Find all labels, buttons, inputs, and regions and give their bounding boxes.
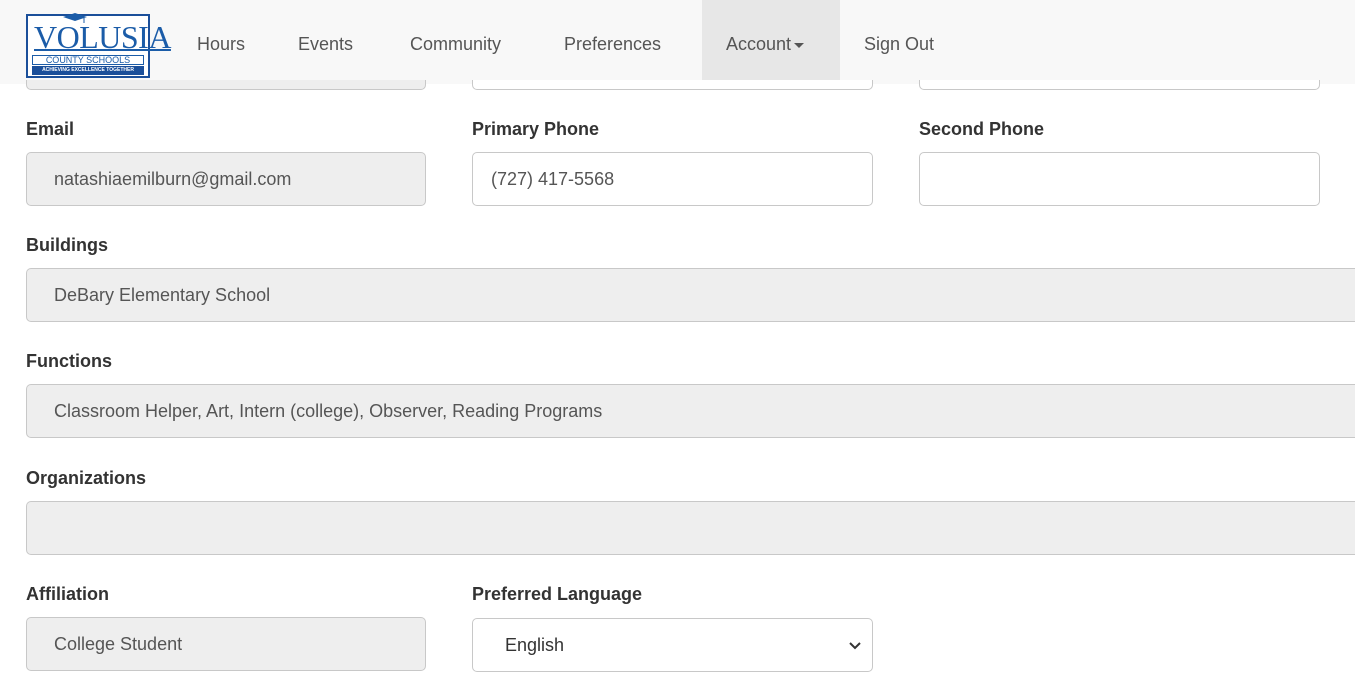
logo-tagline: ACHIEVING EXCELLENCE TOGETHER	[32, 66, 144, 75]
nav-community[interactable]: Community	[410, 0, 501, 84]
preferred-language-label: Preferred Language	[472, 584, 643, 604]
nav-account-dropdown[interactable]: Account	[702, 0, 840, 84]
chevron-down-icon	[849, 642, 861, 650]
nav-sign-out[interactable]: Sign Out	[864, 0, 934, 84]
logo-wordmark: VOLUSIA	[34, 19, 171, 55]
second-phone-label: Second Phone	[919, 119, 1045, 139]
logo-subtitle: COUNTY SCHOOLS	[32, 55, 144, 65]
primary-phone-field[interactable]: (727) 417-5568	[472, 152, 873, 206]
preferred-language-value: English	[505, 635, 565, 655]
caret-down-icon	[794, 42, 805, 48]
organizations-label: Organizations	[26, 468, 147, 488]
second-phone-field[interactable]	[919, 152, 1320, 206]
affiliation-field[interactable]: College Student	[26, 617, 426, 671]
functions-field[interactable]: Classroom Helper, Art, Intern (college),…	[26, 384, 1355, 438]
functions-label: Functions	[26, 351, 112, 371]
buildings-field[interactable]: DeBary Elementary School	[26, 268, 1355, 322]
nav-hours[interactable]: Hours	[197, 0, 245, 84]
nav-events[interactable]: Events	[298, 0, 353, 84]
preferred-language-select[interactable]: English	[472, 618, 873, 672]
previous-field-2[interactable]	[472, 80, 873, 90]
organizations-field[interactable]	[26, 501, 1355, 555]
affiliation-label: Affiliation	[26, 584, 109, 604]
buildings-label: Buildings	[26, 235, 108, 255]
volusia-logo[interactable]: VOLUSIA COUNTY SCHOOLS ACHIEVING EXCELLE…	[26, 13, 171, 78]
navbar: VOLUSIA COUNTY SCHOOLS ACHIEVING EXCELLE…	[0, 0, 1355, 84]
email-label: Email	[26, 119, 75, 139]
email-field[interactable]: natashiaemilburn@gmail.com	[26, 152, 426, 206]
previous-field-1[interactable]	[26, 80, 426, 90]
previous-field-3[interactable]	[919, 80, 1320, 90]
primary-phone-label: Primary Phone	[472, 119, 600, 139]
nav-preferences[interactable]: Preferences	[564, 0, 661, 84]
nav-account-label: Account	[726, 34, 792, 54]
